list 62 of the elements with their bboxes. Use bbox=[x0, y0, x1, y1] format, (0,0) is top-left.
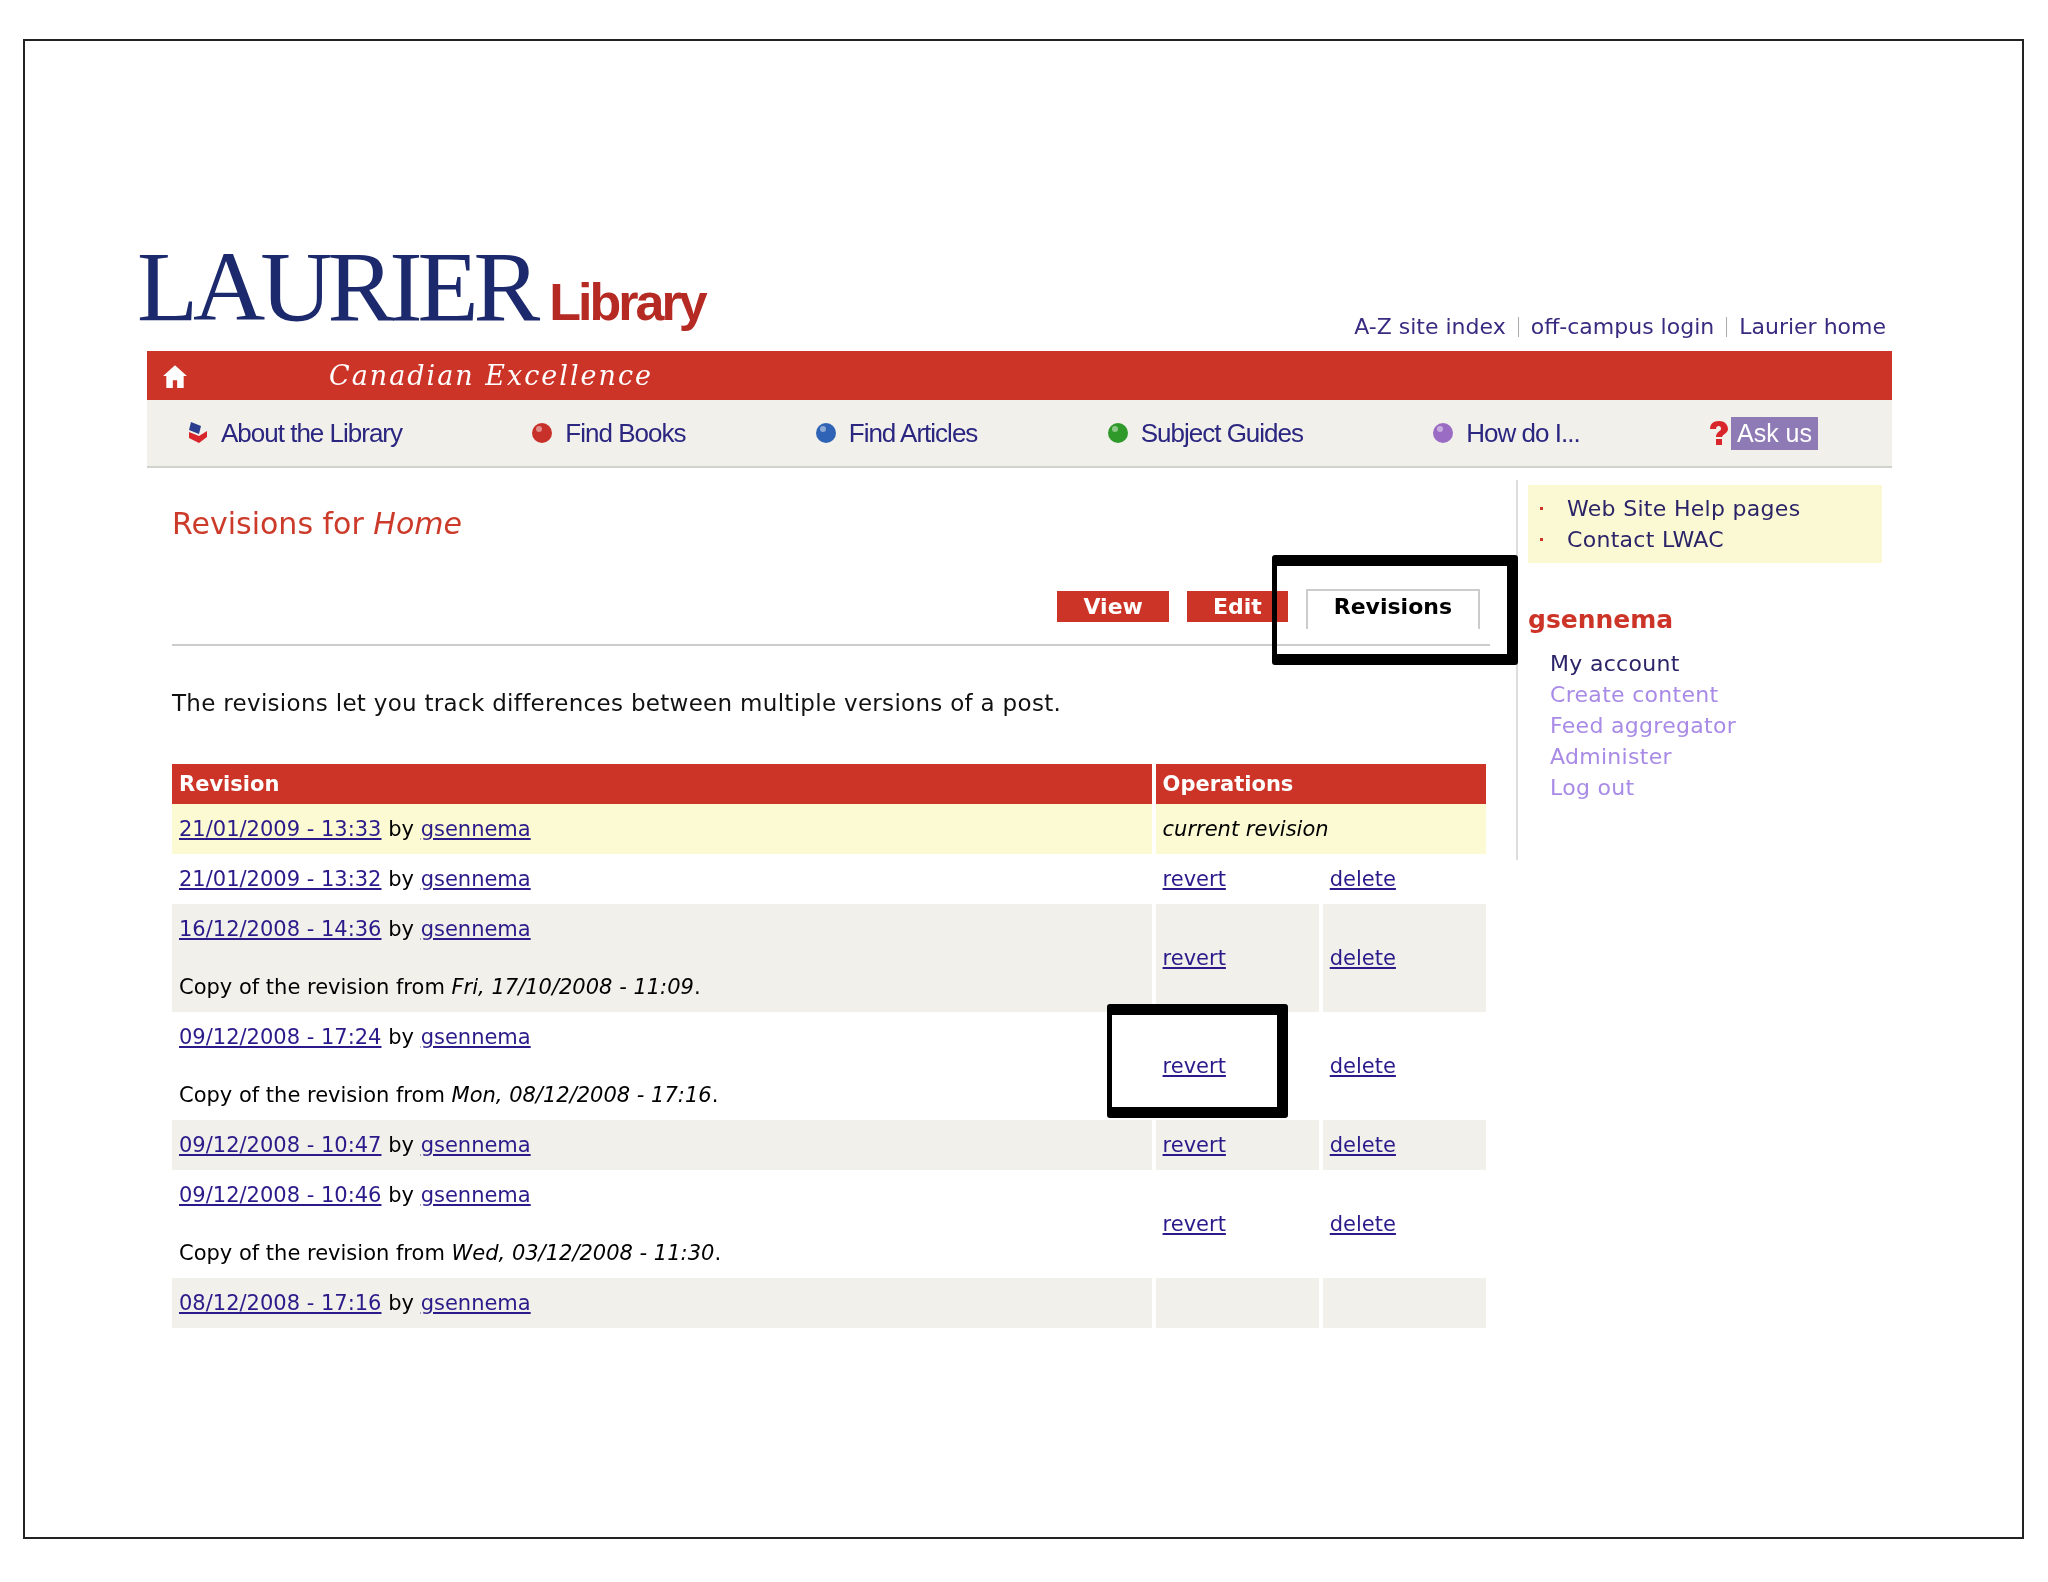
header-link[interactable]: A-Z site index bbox=[1354, 314, 1506, 339]
help-link[interactable]: Web Site Help pages bbox=[1567, 493, 1801, 524]
tab[interactable]: Edit bbox=[1186, 591, 1288, 622]
page-title: Revisions for Home bbox=[172, 506, 463, 541]
revision-date-link[interactable]: 09/12/2008 - 17:24 bbox=[179, 1025, 382, 1049]
book-icon bbox=[187, 421, 209, 445]
operation-link[interactable]: delete bbox=[1329, 1054, 1396, 1078]
help-link[interactable]: Contact LWAC bbox=[1567, 524, 1724, 555]
current-revision-label: current revision bbox=[1162, 817, 1329, 841]
question-icon bbox=[1708, 420, 1729, 446]
tab[interactable]: View bbox=[1057, 591, 1169, 622]
nav-item[interactable]: How do I... bbox=[1432, 417, 1580, 449]
nav-item[interactable]: Find Books bbox=[531, 417, 686, 449]
operation-link[interactable]: delete bbox=[1329, 946, 1396, 970]
operation-link[interactable]: revert bbox=[1162, 1133, 1226, 1157]
revision-log: Copy of the revision from Mon, 08/12/2008 - 17:16. bbox=[179, 1082, 720, 1109]
author-link[interactable]: gsennema bbox=[420, 1133, 531, 1157]
author-link[interactable]: gsennema bbox=[420, 1183, 531, 1207]
author-link[interactable]: gsennema bbox=[420, 817, 531, 841]
by-text: by bbox=[388, 1183, 414, 1207]
nav-item[interactable]: Find Articles bbox=[814, 417, 978, 449]
author-link[interactable]: gsennema bbox=[420, 867, 531, 891]
revision-log: Copy of the revision from Wed, 03/12/2008 - 11:30. bbox=[179, 1240, 723, 1267]
nav-item[interactable]: About the Library bbox=[187, 417, 402, 449]
tab[interactable]: Revisions bbox=[1305, 589, 1480, 629]
header-link[interactable]: off-campus login bbox=[1530, 314, 1715, 339]
description: The revisions let you track differences between multiple versions of a post. bbox=[172, 690, 1063, 716]
by-text: by bbox=[388, 917, 414, 941]
operation-link[interactable]: revert bbox=[1162, 946, 1226, 970]
author-link[interactable]: gsennema bbox=[420, 1025, 531, 1049]
revision-date-link[interactable]: 08/12/2008 - 17:16 bbox=[179, 1291, 382, 1315]
account-menu-link[interactable]: My account bbox=[1550, 648, 1888, 679]
operation-link[interactable]: delete bbox=[1329, 1212, 1396, 1236]
user-name: gsennema bbox=[1528, 605, 1675, 634]
nav-item[interactable]: Subject Guides bbox=[1106, 417, 1303, 449]
operation-link[interactable]: revert bbox=[1162, 867, 1226, 891]
operation-link[interactable]: delete bbox=[1329, 1133, 1396, 1157]
operation-link[interactable]: delete bbox=[1329, 867, 1396, 891]
header-link[interactable]: Laurier home bbox=[1739, 314, 1886, 339]
by-text: by bbox=[388, 817, 414, 841]
revision-date-link[interactable]: 09/12/2008 - 10:46 bbox=[179, 1183, 382, 1207]
revision-date-link[interactable]: 21/01/2009 - 13:33 bbox=[179, 817, 382, 841]
by-text: by bbox=[388, 1291, 414, 1315]
revision-log: Copy of the revision from Fri, 17/10/2008 - 11:09. bbox=[179, 974, 702, 1001]
tagline: Canadian Excellence bbox=[329, 360, 653, 391]
by-text: by bbox=[388, 1025, 414, 1049]
link-separator bbox=[1726, 316, 1728, 337]
link-separator bbox=[1517, 316, 1519, 337]
bullet-icon bbox=[1540, 538, 1543, 541]
revision-date-link[interactable]: 21/01/2009 - 13:32 bbox=[179, 867, 382, 891]
operation-link[interactable]: revert bbox=[1162, 1212, 1226, 1236]
author-link[interactable]: gsennema bbox=[420, 1291, 531, 1315]
library-logo[interactable]: LAURIER Library bbox=[137, 227, 705, 347]
by-text: by bbox=[388, 1133, 414, 1157]
column-header: Revision bbox=[172, 764, 1152, 804]
bullet-icon bbox=[1540, 507, 1543, 510]
revision-date-link[interactable]: 09/12/2008 - 10:47 bbox=[179, 1133, 382, 1157]
column-header: Operations bbox=[1155, 764, 1486, 804]
author-link[interactable]: gsennema bbox=[420, 917, 531, 941]
by-text: by bbox=[388, 867, 414, 891]
operation-link[interactable]: revert bbox=[1162, 1054, 1226, 1078]
revision-date-link[interactable]: 16/12/2008 - 14:36 bbox=[179, 917, 382, 941]
